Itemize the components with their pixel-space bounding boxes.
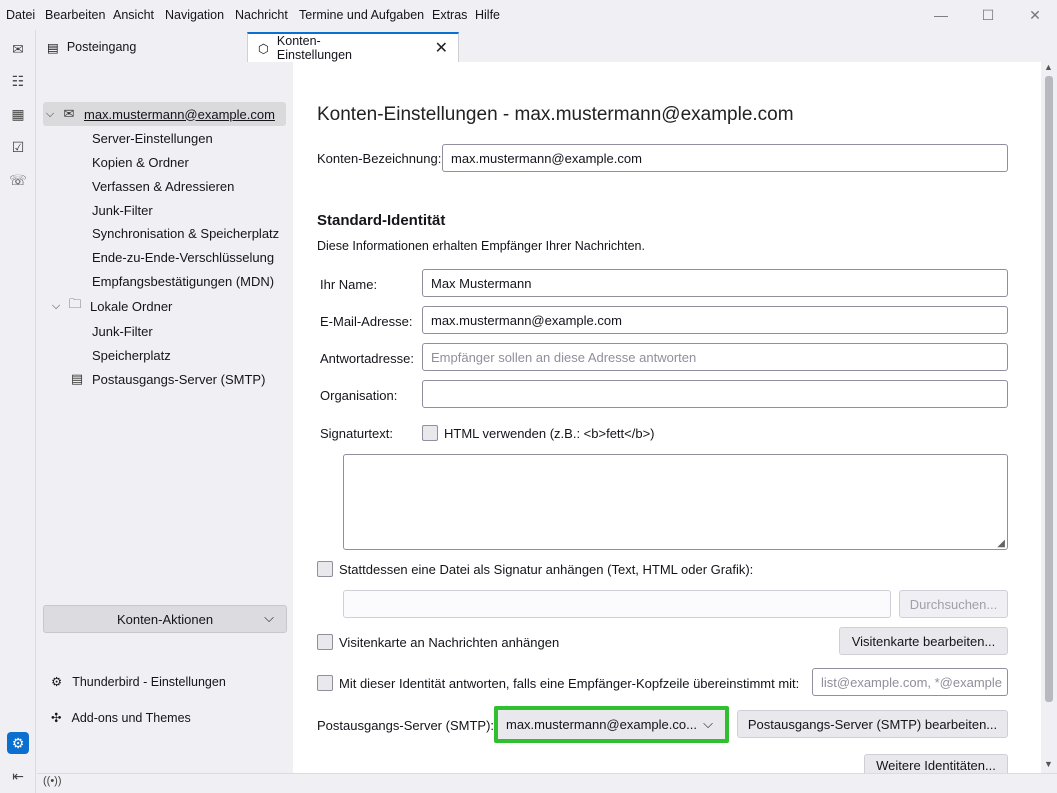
sidebar-item-junk[interactable]: Junk-Filter [92,198,153,222]
tab-label: Konten-Einstellungen [276,34,352,62]
account-label: max.mustermann@example.com [84,106,275,122]
spaces-toolbar: ✉ ☷ ▦ ☑ ☏ ⚙ ⇤ [0,30,36,793]
calendar-icon[interactable]: ▦ [7,103,29,125]
signature-file-label: Stattdessen eine Datei als Signatur anhä… [339,562,754,577]
account-actions-label: Konten-Aktionen [116,611,214,627]
chevron-down-icon: ⌵ [264,610,274,625]
chevron-down-icon[interactable]: ⌵ [43,108,57,121]
organization-field[interactable] [422,380,1008,408]
signature-textarea[interactable]: ◢ [343,454,1008,550]
smtp-label: Postausgangs-Server (SMTP) [92,371,266,387]
reply-identity-checkbox[interactable] [317,675,333,691]
sidebar-item-mdn[interactable]: Empfangsbestätigungen (MDN) [92,269,274,293]
online-status-icon[interactable]: ((•)) [43,775,62,787]
smtp-server-select[interactable]: max.mustermann@example.co... ⌵ [494,706,729,743]
scroll-down-icon[interactable]: ▼ [1044,759,1053,769]
account-actions-button[interactable]: Konten-Aktionen ⌵ [43,605,287,633]
reply-to-field[interactable]: Empfänger sollen an diese Adresse antwor… [422,343,1008,371]
tasks-icon[interactable]: ☑ [7,136,29,158]
chevron-down-icon: ⌵ [703,716,713,731]
browse-button[interactable]: Durchsuchen... [899,590,1008,618]
signature-file-path[interactable] [343,590,891,618]
menu-ansicht[interactable]: Ansicht [113,8,154,22]
thunderbird-settings-link[interactable]: ⚙ Thunderbird - Einstellungen [51,674,226,690]
vcard-checkbox[interactable] [317,634,333,650]
folder-icon: 🗀 [68,296,82,311]
status-bar: ((•)) [37,773,1057,793]
account-settings-icon: ⬡ [258,41,269,56]
html-signature-checkbox[interactable] [422,425,438,441]
mail-icon[interactable]: ✉ [7,38,29,60]
puzzle-icon: ✣ [51,711,62,725]
email-field[interactable]: max.mustermann@example.com [422,306,1008,334]
tab-posteingang[interactable]: ▤ Posteingang [37,32,247,62]
sidebar-item-compose[interactable]: Verfassen & Adressieren [92,174,234,198]
collapse-toolbar-icon[interactable]: ⇤ [7,765,29,787]
close-window-icon[interactable]: ✕ [1026,6,1044,24]
menu-hilfe[interactable]: Hilfe [475,8,500,22]
gear-icon: ⚙ [51,675,63,689]
sidebar-item-server[interactable]: Server-Einstellungen [92,126,213,150]
tab-konten-einstellungen[interactable]: ⬡ Konten-Einstellungen ✕ [247,32,459,62]
content-scrollbar[interactable]: ▲ ▼ [1041,62,1057,773]
menu-termine[interactable]: Termine und Aufgaben [299,8,424,22]
menu-bar: Datei Bearbeiten Ansicht Navigation Nach… [0,0,1057,30]
menu-bearbeiten[interactable]: Bearbeiten [45,8,105,22]
sidebar-item-sync[interactable]: Synchronisation & Speicherplatz [92,221,279,245]
menu-nachricht[interactable]: Nachricht [235,8,288,22]
name-field[interactable]: Max Mustermann [422,269,1008,297]
inbox-icon: ▤ [47,40,59,55]
addons-link-label: Add-ons und Themes [71,710,191,725]
reply-to-label: Antwortadresse: [320,351,414,366]
menu-datei[interactable]: Datei [6,8,35,22]
menu-navigation[interactable]: Navigation [165,8,224,22]
tab-bar: ▤ Posteingang ⬡ Konten-Einstellungen ✕ [37,30,1057,62]
identity-description: Diese Informationen erhalten Empfänger I… [317,239,645,253]
smtp-server-label: Postausgangs-Server (SMTP): [317,718,495,733]
edit-vcard-button[interactable]: Visitenkarte bearbeiten... [839,627,1008,655]
reply-identity-label: Mit dieser Identität antworten, falls ei… [339,676,800,691]
page-title: Konten-Einstellungen - max.mustermann@ex… [317,104,794,125]
resize-grip-icon[interactable]: ◢ [997,538,1005,549]
smtp-row[interactable]: ▤ Postausgangs-Server (SMTP) [69,367,266,391]
chevron-down-icon[interactable]: ⌵ [49,300,63,313]
sidebar-item-local-junk[interactable]: Junk-Filter [92,319,153,343]
minimize-icon[interactable]: — [932,6,950,24]
local-folders-row[interactable]: ⌵ 🗀 Lokale Ordner [49,294,173,318]
addons-themes-link[interactable]: ✣ Add-ons und Themes [51,710,191,726]
account-name-label: Konten-Bezeichnung: [317,151,442,166]
address-book-icon[interactable]: ☷ [7,70,29,92]
settings-link-label: Thunderbird - Einstellungen [72,674,226,689]
smtp-selected-value: max.mustermann@example.co... [506,717,697,732]
sidebar-item-copies[interactable]: Kopien & Ordner [92,150,189,174]
reply-identity-field[interactable]: list@example.com, *@example [812,668,1008,696]
sidebar-item-local-storage[interactable]: Speicherplatz [92,343,171,367]
vcard-label: Visitenkarte an Nachrichten anhängen [339,635,560,650]
close-icon[interactable]: ✕ [435,38,448,58]
signature-label: Signaturtext: [320,426,393,441]
scroll-up-icon[interactable]: ▲ [1044,62,1053,72]
sidebar-item-e2e[interactable]: Ende-zu-Ende-Verschlüsselung [92,245,274,269]
signature-file-checkbox[interactable] [317,561,333,577]
tab-label: Posteingang [66,40,137,54]
name-label: Ihr Name: [320,277,378,292]
account-name-field[interactable]: max.mustermann@example.com [442,144,1008,172]
local-folders-label: Lokale Ordner [90,298,173,314]
html-signature-label: HTML verwenden (z.B.: <b>fett</b>) [444,426,655,441]
more-identities-button[interactable]: Weitere Identitäten... [864,754,1008,773]
scrollbar-thumb[interactable] [1045,76,1053,702]
account-tree-sidebar: ⌵ ✉ max.mustermann@example.com Server-Ei… [37,62,293,773]
account-row[interactable]: ⌵ ✉ max.mustermann@example.com [43,102,286,126]
email-label: E-Mail-Adresse: [320,314,413,329]
outgoing-server-icon: ▤ [70,371,84,386]
edit-smtp-button[interactable]: Postausgangs-Server (SMTP) bearbeiten... [737,710,1008,738]
chat-icon[interactable]: ☏ [7,169,29,191]
identity-heading: Standard-Identität [317,212,446,229]
account-settings-panel: Konten-Einstellungen - max.mustermann@ex… [293,62,1041,773]
mail-account-icon: ✉ [63,106,75,121]
menu-extras[interactable]: Extras [432,8,467,22]
organization-label: Organisation: [320,388,398,403]
settings-gear-icon[interactable]: ⚙ [7,732,29,754]
maximize-icon[interactable]: ☐ [979,6,997,24]
